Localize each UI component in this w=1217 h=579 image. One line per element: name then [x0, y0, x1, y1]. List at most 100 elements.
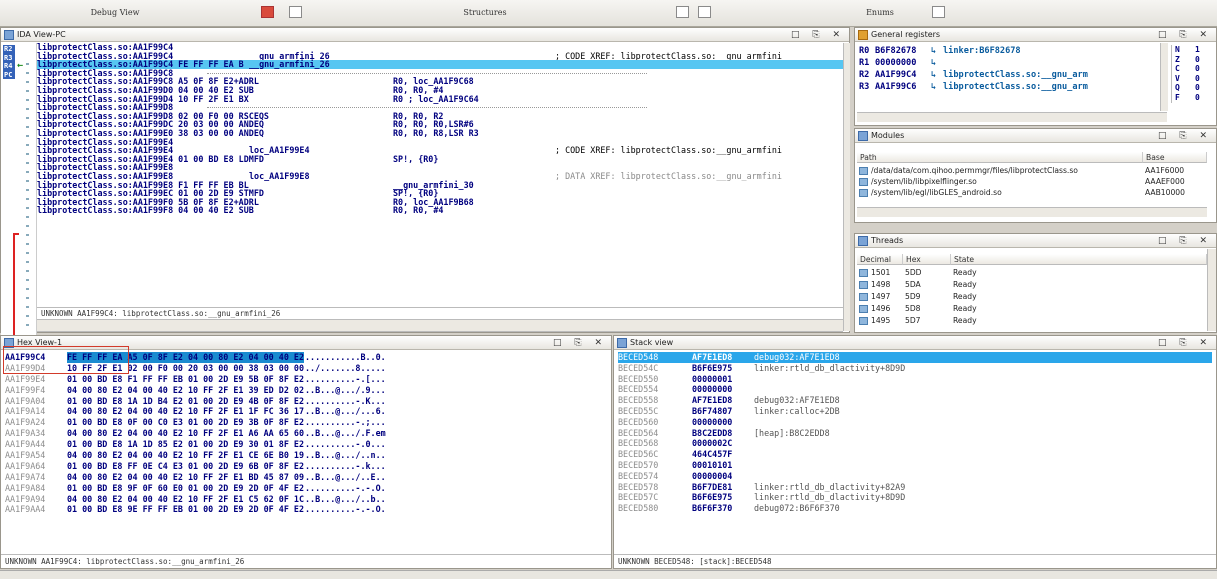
thread-row[interactable]: 1501 5DD Ready	[859, 268, 1199, 278]
hex-ascii[interactable]: ..........-.-.O.	[305, 504, 386, 515]
hex-ascii[interactable]: ..B...@.../.9...	[305, 385, 386, 396]
thread-row[interactable]: 1496 5D8 Ready	[859, 304, 1199, 314]
stack-value[interactable]: B6F7DE81	[692, 482, 732, 493]
stack-row[interactable]: BECED56C 464C457F	[618, 449, 1212, 460]
tab-debug-view[interactable]: Debug View	[60, 8, 170, 22]
hex-bytes[interactable]: 01 00 BD E8 9E FF FF EB 01 00 2D E9 2D 0…	[67, 504, 304, 515]
module-row[interactable]: /system/lib/egl/libGLES_android.so AAB100…	[859, 188, 1207, 198]
thread-row[interactable]: 1497 5D9 Ready	[859, 292, 1199, 302]
hex-row[interactable]: AA1F99F4 04 00 80 E2 04 00 40 E2 10 FF 2F…	[5, 385, 605, 396]
hex-bytes[interactable]: 04 00 80 E2 04 00 40 E2 10 FF 2F E1 A6 A…	[67, 428, 304, 439]
horizontal-scrollbar[interactable]	[37, 319, 843, 331]
window-icon[interactable]	[698, 6, 711, 18]
disassembly-listing[interactable]: libprotectClass.so:AA1F99C4 libprotectCla…	[37, 43, 845, 331]
register-value[interactable]: 00000000	[875, 57, 916, 69]
hex-bytes[interactable]: 01 00 BD E8 9F 0F 60 E0 01 00 2D E9 2D 0…	[67, 483, 304, 494]
register-value[interactable]: B6F82678	[875, 45, 916, 57]
hex-row[interactable]: AA1F9A34 04 00 80 E2 04 00 40 E2 10 FF 2F…	[5, 428, 605, 439]
stack-value[interactable]: B6F6F370	[692, 503, 732, 514]
hex-ascii[interactable]: ..B...@.../..b..	[305, 494, 386, 505]
hex-row[interactable]: AA1F9A44 01 00 BD E8 1A 1D 85 E2 01 00 2D…	[5, 439, 605, 450]
register-link[interactable]: libprotectClass.so:__gnu_arm	[943, 81, 1088, 93]
flag-row[interactable]: C0	[1175, 64, 1211, 74]
hex-bytes[interactable]: 01 00 BD E8 1A 1D B4 E2 01 00 2D E9 4B 0…	[67, 396, 304, 407]
hex-row[interactable]: AA1F9A54 04 00 80 E2 04 00 40 E2 10 FF 2F…	[5, 450, 605, 461]
hex-ascii[interactable]: ..B...@.../.F.em	[305, 428, 386, 439]
stack-row[interactable]: BECED554 00000000	[618, 384, 1212, 395]
hex-ascii[interactable]: ...........B..0.	[305, 352, 386, 363]
horizontal-scrollbar[interactable]	[857, 112, 1167, 122]
hex-row[interactable]: AA1F9A04 01 00 BD E8 1A 1D B4 E2 01 00 2D…	[5, 396, 605, 407]
hex-bytes[interactable]: 04 00 80 E2 04 00 40 E2 10 FF 2F E1 CE 6…	[67, 450, 304, 461]
stack-value[interactable]: 00000000	[692, 384, 732, 395]
column-header-path[interactable]: Path	[857, 152, 1143, 163]
stack-value[interactable]: 00000004	[692, 471, 732, 482]
stack-value[interactable]: 0000002C	[692, 438, 732, 449]
stack-value[interactable]: B8C2EDD8	[692, 428, 732, 439]
hex-bytes[interactable]: 04 00 80 E2 04 00 40 E2 10 FF 2F E1 C5 6…	[67, 494, 304, 505]
stack-row[interactable]: BECED580 B6F6F370 debug072:B6F6F370	[618, 503, 1212, 514]
stack-row[interactable]: BECED574 00000004	[618, 471, 1212, 482]
hex-ascii[interactable]: ..........-.0...	[305, 439, 386, 450]
hex-row[interactable]: AA1F9A64 01 00 BD E8 FF 0E C4 E3 01 00 2D…	[5, 461, 605, 472]
hex-dump[interactable]: AA1F99C4 FE FF FF EA A5 0F 8F E2 04 00 80…	[5, 352, 605, 552]
stack-value[interactable]: B6F6E975	[692, 492, 732, 503]
stack-row[interactable]: BECED570 00010101	[618, 460, 1212, 471]
hex-row[interactable]: AA1F9A24 01 00 BD E8 0F 00 C0 E3 01 00 2D…	[5, 417, 605, 428]
window-buttons[interactable]: □ ⎘ ✕	[791, 28, 845, 42]
register-row[interactable]: R3 AA1F99C6 ↳ libprotectClass.so:__gnu_arm	[859, 81, 1159, 93]
code-line[interactable]: libprotectClass.so:AA1F99F8 04 00 40 E2 …	[37, 206, 845, 215]
column-header-base[interactable]: Base	[1143, 152, 1207, 163]
stack-value[interactable]: 464C457F	[692, 449, 732, 460]
window-icon[interactable]	[676, 6, 689, 18]
flag-row[interactable]: Z0	[1175, 55, 1211, 65]
stack-value[interactable]: AF7E1ED8	[692, 395, 732, 406]
horizontal-scrollbar[interactable]	[857, 207, 1207, 217]
stack-row[interactable]: BECED578 B6F7DE81 linker:rtld_db_dlactivit…	[618, 482, 1212, 493]
hex-row[interactable]: AA1F9A74 04 00 80 E2 04 00 40 E2 10 FF 2F…	[5, 472, 605, 483]
hex-bytes[interactable]: 04 00 80 E2 04 00 40 E2 10 FF 2F E1 BD 4…	[67, 472, 304, 483]
hex-bytes[interactable]: 01 00 BD E8 1A 1D 85 E2 01 00 2D E9 30 0…	[67, 439, 304, 450]
window-icon[interactable]	[932, 6, 945, 18]
window-buttons[interactable]: □ ⎘ ✕	[1158, 336, 1212, 350]
tab-structures[interactable]: Structures	[430, 8, 540, 22]
hex-row[interactable]: AA1F9A84 01 00 BD E8 9F 0F 60 E0 01 00 2D…	[5, 483, 605, 494]
flag-row[interactable]: N1	[1175, 45, 1211, 55]
register-scrollbar[interactable]	[1160, 43, 1168, 111]
hex-row[interactable]: AA1F99E4 01 00 BD E8 F1 FF FF EB 01 00 2D…	[5, 374, 605, 385]
flag-row[interactable]: Q0	[1175, 83, 1211, 93]
window-buttons[interactable]: □ ⎘ ✕	[553, 336, 607, 350]
hex-ascii[interactable]: ..B...@.../..E..	[305, 472, 386, 483]
stack-row[interactable]: BECED568 0000002C	[618, 438, 1212, 449]
hex-ascii[interactable]: ..........-.[...	[305, 374, 386, 385]
vertical-scrollbar[interactable]	[843, 43, 850, 331]
stack-row[interactable]: BECED54C B6F6E975 linker:rtld_db_dlactivit…	[618, 363, 1212, 374]
vertical-scrollbar[interactable]	[1207, 249, 1216, 331]
column-header-state[interactable]: State	[951, 254, 1207, 265]
hex-bytes[interactable]: 01 00 BD E8 FF 0E C4 E3 01 00 2D E9 6B 0…	[67, 461, 304, 472]
stack-value[interactable]: 00000001	[692, 374, 732, 385]
hex-ascii[interactable]: ..........-.;...	[305, 417, 386, 428]
hex-row[interactable]: AA1F9A14 04 00 80 E2 04 00 40 E2 10 FF 2F…	[5, 406, 605, 417]
hex-ascii[interactable]: ..B...@.../...6.	[305, 406, 386, 417]
hex-ascii[interactable]: ../.......8.....	[305, 363, 386, 374]
register-row[interactable]: R2 AA1F99C4 ↳ libprotectClass.so:__gnu_arm	[859, 69, 1159, 81]
thread-row[interactable]: 1498 5DA Ready	[859, 280, 1199, 290]
register-row[interactable]: R1 00000000 ↳	[859, 57, 1159, 69]
hex-row[interactable]: AA1F9AA4 01 00 BD E8 9E FF FF EB 01 00 2D…	[5, 504, 605, 515]
stack-value[interactable]: AF7E1ED8	[692, 352, 732, 363]
stack-row[interactable]: BECED564 B8C2EDD8 [heap]:B8C2EDD8	[618, 428, 1212, 439]
hex-ascii[interactable]: ..B...@.../..n..	[305, 450, 386, 461]
hex-row[interactable]: AA1F9A94 04 00 80 E2 04 00 40 E2 10 FF 2F…	[5, 494, 605, 505]
column-header-hex[interactable]: Hex	[903, 254, 951, 265]
register-link[interactable]: libprotectClass.so:__gnu_arm	[943, 69, 1088, 81]
window-buttons[interactable]: □ ⎘ ✕	[1158, 129, 1212, 143]
stack-row[interactable]: BECED548 AF7E1ED8 debug032:AF7E1ED8	[618, 352, 1212, 363]
stack-value[interactable]: B6F74807	[692, 406, 732, 417]
stack-row[interactable]: BECED550 00000001	[618, 374, 1212, 385]
close-icon[interactable]	[261, 6, 274, 18]
register-link[interactable]: linker:B6F82678	[943, 45, 1021, 57]
tab-enums[interactable]: Enums	[835, 8, 925, 22]
hex-ascii[interactable]: ..........-.-.O.	[305, 483, 386, 494]
stack-value[interactable]: 00000000	[692, 417, 732, 428]
